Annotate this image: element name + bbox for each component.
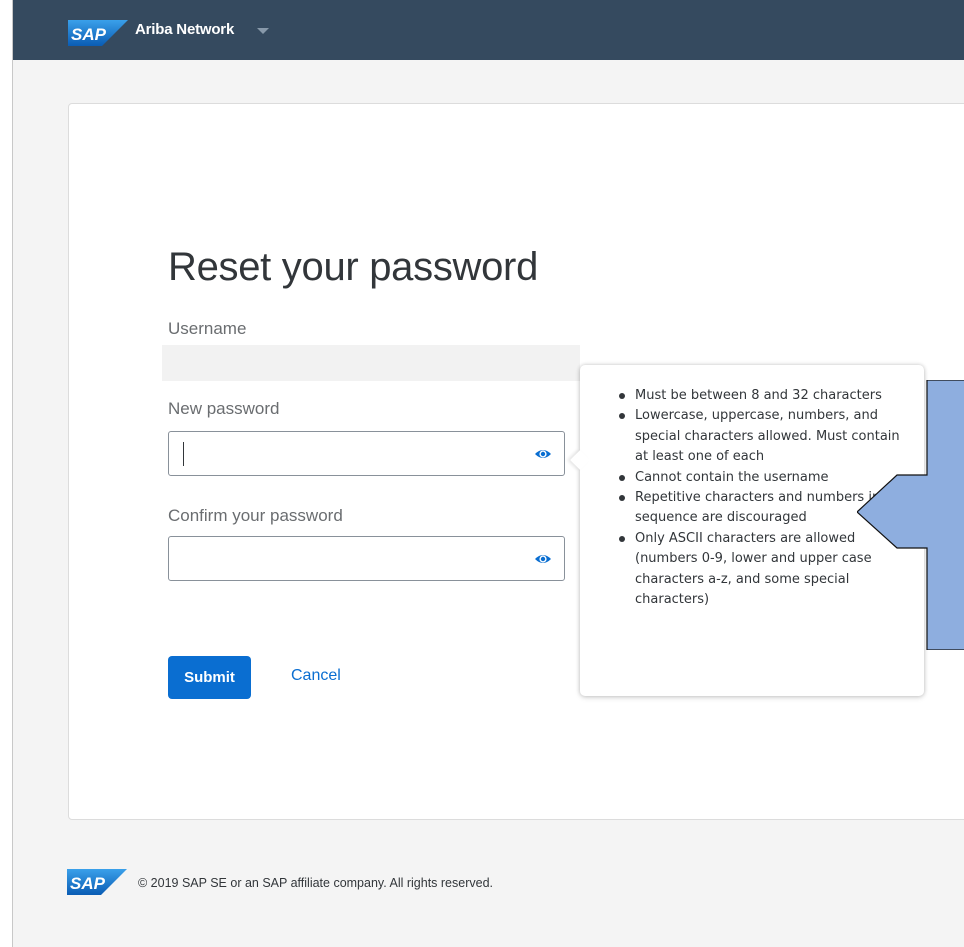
copyright-text: © 2019 SAP SE or an SAP affiliate compan…: [138, 876, 494, 890]
page-title: Reset your password: [168, 245, 539, 289]
svg-text:SAP: SAP: [71, 25, 107, 44]
browser-viewport: SAP Ariba Network Reset your password Us…: [12, 0, 964, 947]
svg-text:SAP: SAP: [70, 874, 106, 893]
app-brand-name[interactable]: Ariba Network: [135, 21, 234, 38]
eye-icon[interactable]: [534, 446, 552, 462]
sap-logo: SAP: [67, 869, 127, 895]
confirm-password-input[interactable]: [168, 536, 565, 581]
new-password-label: New password: [168, 399, 280, 418]
top-navigation-bar: SAP Ariba Network: [13, 0, 964, 60]
eye-icon[interactable]: [534, 551, 552, 567]
submit-button[interactable]: Submit: [168, 656, 251, 699]
username-field: [162, 345, 580, 381]
annotation-arrow: [857, 380, 964, 650]
cancel-link[interactable]: Cancel: [291, 667, 341, 685]
confirm-password-label: Confirm your password: [168, 506, 343, 525]
new-password-input[interactable]: [168, 431, 565, 476]
chevron-down-icon[interactable]: [257, 28, 269, 34]
sap-logo[interactable]: SAP: [68, 20, 128, 46]
username-label: Username: [168, 319, 247, 338]
text-cursor: [183, 442, 184, 466]
